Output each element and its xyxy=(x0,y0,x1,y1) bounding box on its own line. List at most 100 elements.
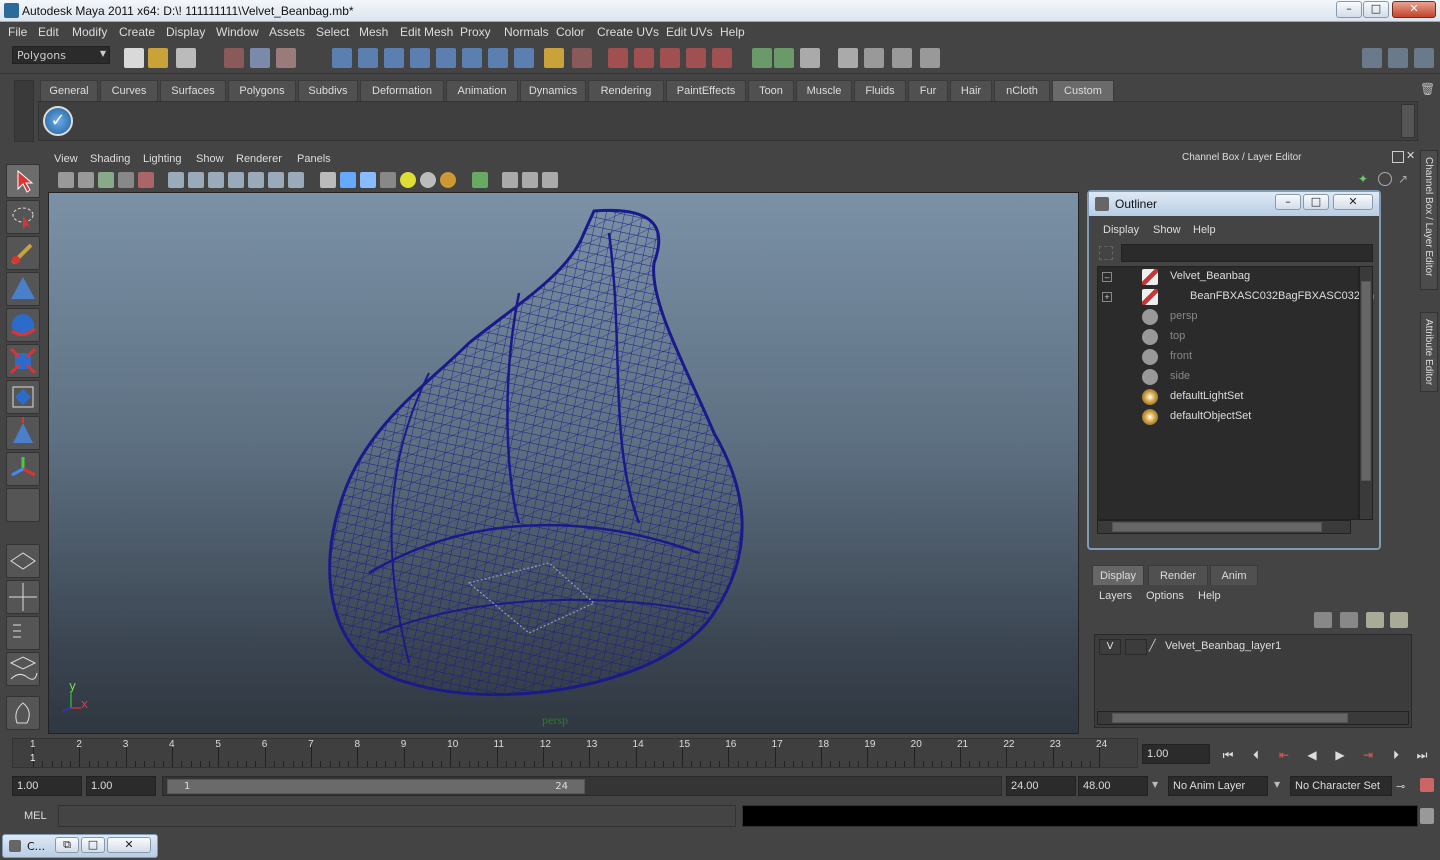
viewport-menu-panels[interactable]: Panels xyxy=(297,153,331,165)
outliner-hscroll-thumb[interactable] xyxy=(1112,522,1322,532)
outliner-search-input[interactable] xyxy=(1121,244,1373,262)
tool-settings-toggle-icon[interactable] xyxy=(1414,48,1434,68)
shelf-tab-dynamics[interactable]: Dynamics xyxy=(520,80,586,101)
snap-live-icon[interactable] xyxy=(436,48,456,68)
camera-attr-icon[interactable] xyxy=(78,172,94,188)
channel-key-icon[interactable] xyxy=(1378,172,1392,186)
command-language-label[interactable]: MEL xyxy=(24,810,47,822)
current-time-field[interactable]: 1.00 xyxy=(1142,744,1210,764)
select-component-icon[interactable] xyxy=(276,48,296,68)
new-layer-icon[interactable] xyxy=(1366,612,1384,628)
outliner-vscroll-thumb[interactable] xyxy=(1361,281,1371,481)
minimized-close-button[interactable]: ✕ xyxy=(107,837,151,853)
expand-icon[interactable]: + xyxy=(1102,292,1112,302)
shelf-tab-animation[interactable]: Animation xyxy=(446,80,518,101)
minimized-maximize-button[interactable]: □ xyxy=(81,837,105,853)
outliner-row[interactable]: – Velvet_Beanbag xyxy=(1098,267,1360,287)
wireframe-icon[interactable] xyxy=(320,172,336,188)
soft-modify-icon[interactable] xyxy=(6,416,40,450)
single-pane-layout-icon[interactable] xyxy=(6,544,40,578)
shadows-icon[interactable] xyxy=(440,172,456,188)
key-icon[interactable]: ⊸ xyxy=(1396,780,1405,793)
show-manip-icon[interactable] xyxy=(6,452,40,486)
shelf-tab-fur[interactable]: Fur xyxy=(908,80,948,101)
range-slider-thumb[interactable]: 1 24 xyxy=(167,779,585,794)
ipr-render-icon[interactable] xyxy=(634,48,654,68)
character-set-dropdown[interactable]: No Character Set xyxy=(1290,776,1392,796)
anim-prefs-icon[interactable] xyxy=(1420,778,1434,792)
film-gate-icon[interactable] xyxy=(188,172,204,188)
shelf-tab-general[interactable]: General xyxy=(40,80,98,101)
shelf-tab-curves[interactable]: Curves xyxy=(100,80,158,101)
2d-pan-zoom-icon[interactable] xyxy=(138,172,154,188)
attribute-toggle-icon[interactable] xyxy=(1388,48,1408,68)
script-editor-icon[interactable] xyxy=(1420,808,1434,824)
menu-create[interactable]: Create xyxy=(119,25,155,39)
shelf-tab-toon[interactable]: Toon xyxy=(748,80,794,101)
outliner-row[interactable]: front xyxy=(1098,347,1360,367)
render-settings-icon[interactable] xyxy=(660,48,680,68)
viewport-menu-view[interactable]: View xyxy=(54,153,78,165)
menu-color[interactable]: Color xyxy=(556,25,585,39)
menu-normals[interactable]: Normals xyxy=(504,25,549,39)
field-chart-icon[interactable] xyxy=(248,172,264,188)
menu-mesh[interactable]: Mesh xyxy=(359,25,388,39)
input-line-icon[interactable] xyxy=(752,48,772,68)
close-button[interactable]: ✕ xyxy=(1392,1,1436,18)
open-scene-icon[interactable] xyxy=(148,48,168,68)
shelf-tab-muscle[interactable]: Muscle xyxy=(796,80,852,101)
step-back-frame-icon[interactable]: ⏴ xyxy=(1244,744,1268,766)
collapse-icon[interactable]: – xyxy=(1102,272,1112,282)
render-region-icon[interactable] xyxy=(838,48,858,68)
current-frame-marker[interactable]: 1 xyxy=(30,753,36,764)
outliner-row[interactable]: side xyxy=(1098,367,1360,387)
close-panel-icon[interactable]: ✕ xyxy=(1406,150,1418,162)
snap-pivot-icon[interactable] xyxy=(488,48,508,68)
layer-menu-help[interactable]: Help xyxy=(1198,590,1221,602)
menu-edit-uvs[interactable]: Edit UVs xyxy=(666,25,713,39)
go-to-start-icon[interactable]: ⏮ xyxy=(1216,744,1240,766)
safe-action-icon[interactable] xyxy=(268,172,284,188)
step-forward-key-icon[interactable]: ⇥ xyxy=(1356,744,1380,766)
shelf-tab-painteffects[interactable]: PaintEffects xyxy=(666,80,746,101)
menu-assets[interactable]: Assets xyxy=(269,25,305,39)
layer-tab-display[interactable]: Display xyxy=(1092,565,1144,585)
bookmark-icon[interactable] xyxy=(98,172,114,188)
select-tool-icon[interactable] xyxy=(6,164,40,198)
channel-select-icon[interactable]: ✦ xyxy=(1358,172,1372,186)
move-layer-down-icon[interactable] xyxy=(1340,612,1358,628)
lock-icon[interactable] xyxy=(544,48,564,68)
outliner-row[interactable]: persp xyxy=(1098,307,1360,327)
side-tab-attribute-editor[interactable]: Attribute Editor xyxy=(1420,312,1438,392)
layer-tab-render[interactable]: Render xyxy=(1148,565,1208,585)
menu-select[interactable]: Select xyxy=(316,25,349,39)
menu-proxy[interactable]: Proxy xyxy=(460,25,491,39)
save-scene-icon[interactable] xyxy=(176,48,196,68)
step-back-key-icon[interactable]: ⇤ xyxy=(1272,744,1296,766)
hypershade-icon[interactable] xyxy=(686,48,706,68)
anim-layer-dropdown[interactable]: No Anim Layer xyxy=(1168,776,1268,796)
outliner-menu-help[interactable]: Help xyxy=(1193,224,1216,236)
textured-icon[interactable] xyxy=(380,172,396,188)
lasso-tool-icon[interactable] xyxy=(6,200,40,234)
perspective-viewport[interactable]: y x persp xyxy=(48,192,1079,734)
menu-help[interactable]: Help xyxy=(720,25,745,39)
layer-horizontal-scrollbar[interactable] xyxy=(1097,711,1409,725)
universal-manip-icon[interactable] xyxy=(6,380,40,414)
shelf-tab-fluids[interactable]: Fluids xyxy=(854,80,906,101)
four-pane-layout-icon[interactable] xyxy=(6,580,40,614)
shelf-tab-polygons[interactable]: Polygons xyxy=(228,80,296,101)
menu-edit-mesh[interactable]: Edit Mesh xyxy=(400,25,453,39)
xray-joints-icon[interactable] xyxy=(522,172,538,188)
layer-row[interactable]: V ╱ Velvet_Beanbag_layer1 xyxy=(1097,637,1411,657)
outliner-row[interactable]: defaultObjectSet xyxy=(1098,407,1360,427)
layer-menu-layers[interactable]: Layers xyxy=(1099,590,1132,602)
layer-color-swatch[interactable]: ╱ xyxy=(1149,639,1163,655)
scale-tool-icon[interactable] xyxy=(6,344,40,378)
menu-window[interactable]: Window xyxy=(216,25,259,39)
side-tab-channel-box[interactable]: Channel Box / Layer Editor xyxy=(1420,150,1438,290)
snap-curve-icon[interactable] xyxy=(358,48,378,68)
help-query-icon[interactable] xyxy=(514,48,534,68)
render-batch-icon[interactable] xyxy=(920,48,940,68)
layer-type-toggle[interactable] xyxy=(1125,639,1147,655)
